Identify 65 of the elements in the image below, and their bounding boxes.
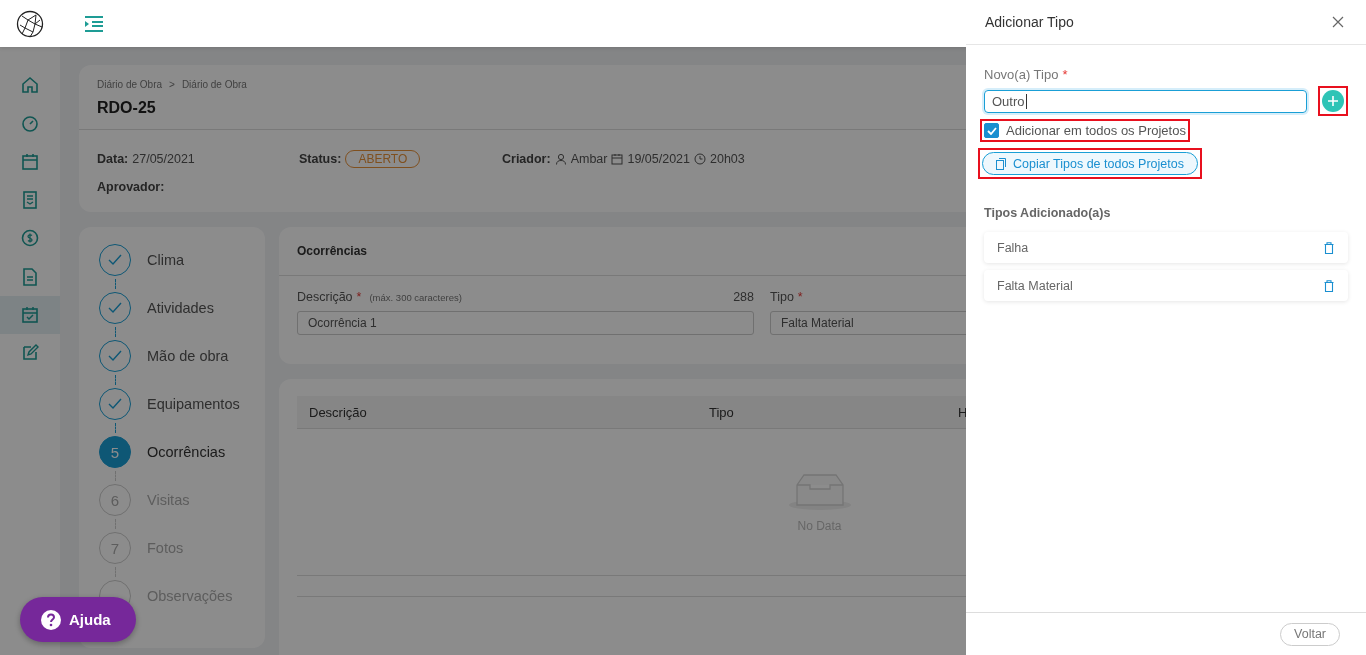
step-label[interactable]: Clima [147, 252, 185, 268]
copy-icon [996, 157, 1006, 170]
created-time: 20h03 [710, 152, 745, 166]
required-mark: * [797, 290, 803, 304]
section-title: Tipos Adicionado(a)s [984, 206, 1112, 220]
checkbox[interactable] [984, 123, 999, 138]
copy-button[interactable]: Copiar Tipos de todos Projetos [982, 152, 1198, 175]
check-icon [108, 398, 122, 410]
plus-icon [1327, 95, 1339, 107]
step-label[interactable]: Equipamentos [147, 396, 240, 412]
inbox-icon [787, 471, 852, 511]
field-hint: (máx. 300 caracteres) [369, 292, 462, 303]
menu-icon[interactable] [84, 14, 104, 33]
back-button[interactable]: Voltar [1280, 622, 1340, 646]
calendar-check-icon [20, 304, 40, 325]
user-icon [554, 153, 567, 165]
globe-logo [16, 9, 44, 38]
calendar-icon [611, 153, 624, 165]
breadcrumb-link[interactable]: Diário de Obra [181, 79, 247, 90]
check-icon [108, 254, 122, 266]
field-label: Tipo [770, 290, 794, 304]
required-mark: * [356, 290, 362, 304]
close-icon[interactable] [1332, 16, 1344, 28]
file-icon [20, 266, 40, 287]
field-label: Aprovador: [97, 180, 165, 194]
page-title: RDO-25 [97, 99, 156, 117]
step-number: 5 [99, 436, 131, 468]
description-field[interactable]: Ocorrência 1 [297, 311, 754, 335]
character-counter: 288 [733, 290, 754, 304]
check-icon [108, 350, 122, 362]
field-value: 27/05/2021 [132, 152, 195, 166]
breadcrumb-link[interactable]: Diário de Obra [97, 79, 163, 90]
sidebar-item[interactable] [0, 295, 60, 335]
drawer-title: Adicionar Tipo [985, 14, 1074, 30]
trash-icon[interactable] [1324, 241, 1334, 254]
column-header: Descrição [309, 404, 368, 420]
required-mark: * [1062, 67, 1068, 82]
creator-name: Ambar [570, 152, 608, 166]
step-label[interactable]: Mão de obra [147, 348, 229, 364]
dollar-icon [20, 228, 40, 249]
field-label: Novo(a) Tipo [984, 67, 1059, 82]
question-icon [40, 608, 62, 631]
column-header: H [958, 404, 969, 420]
check-icon [986, 126, 997, 135]
field-label: Status: [299, 152, 342, 166]
type-name: Falta Material [997, 278, 1073, 293]
step-label[interactable]: Atividades [147, 300, 214, 316]
column-header: Tipo [709, 404, 735, 420]
step-label[interactable]: Ocorrências [147, 444, 226, 460]
document-icon [20, 190, 40, 211]
gauge-icon [20, 113, 40, 134]
home-icon [20, 75, 40, 96]
field-label: Criador: [502, 152, 551, 166]
help-button[interactable]: Ajuda [20, 597, 136, 642]
check-icon [108, 302, 122, 314]
field-label: Data: [97, 152, 129, 166]
type-input[interactable]: Outro [984, 89, 1307, 113]
type-name: Falha [997, 240, 1029, 255]
checkbox-label[interactable]: Adicionar em todos os Projetos [1006, 123, 1186, 138]
created-date: 19/05/2021 [627, 152, 690, 166]
trash-icon[interactable] [1324, 279, 1334, 292]
breadcrumb-separator: > [169, 79, 175, 90]
clock-icon [694, 153, 706, 165]
field-label: Descrição [297, 290, 353, 304]
calendar-icon [20, 151, 40, 172]
